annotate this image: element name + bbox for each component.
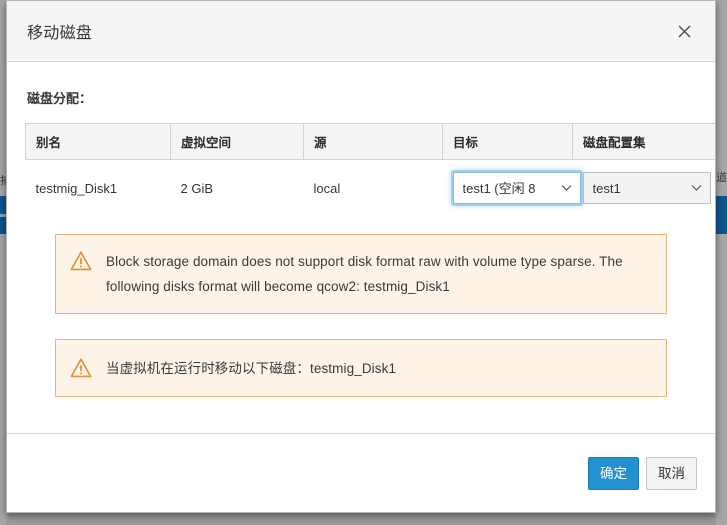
disk-allocation-table: 别名 虚拟空间 源 目标 磁盘配置集 testmig_Disk1 2 GiB l…: [25, 123, 715, 216]
target-select-wrap: test1 (空闲 8: [452, 172, 581, 204]
disk-profile-select[interactable]: test1: [582, 172, 711, 204]
dialog-footer: 确定 取消: [7, 433, 715, 512]
backdrop-right-nav-item: [716, 196, 727, 234]
alert-text: Block storage domain does not support di…: [106, 254, 623, 294]
cell-source: local: [303, 159, 443, 216]
close-x-glyph: [678, 25, 690, 37]
dialog-title: 移动磁盘: [27, 25, 93, 42]
warning-triangle-glyph: [70, 358, 92, 378]
alert-disk-format: Block storage domain does not support di…: [55, 234, 667, 314]
cell-disk-profile: test1: [572, 159, 715, 216]
alert-text: 当虚拟机在运行时移动以下磁盘：testmig_Disk1: [106, 360, 397, 376]
col-header-source: 源: [303, 123, 443, 160]
backdrop-right-strip: [716, 0, 727, 525]
col-header-virtual-size: 虚拟空间: [170, 123, 304, 160]
table-row: testmig_Disk1 2 GiB local test1 (空闲 8 te…: [25, 159, 715, 216]
cell-target: test1 (空闲 8: [442, 159, 581, 216]
ok-button[interactable]: 确定: [588, 456, 639, 490]
warning-triangle-icon: [70, 357, 92, 379]
backdrop-right-text: 道: [716, 172, 727, 184]
alert-running-vm: 当虚拟机在运行时移动以下磁盘：testmig_Disk1: [55, 339, 667, 397]
col-header-target: 目标: [442, 123, 573, 160]
profile-select-wrap: test1: [582, 172, 711, 204]
cell-virtual-size: 2 GiB: [170, 159, 304, 216]
cancel-button[interactable]: 取消: [646, 456, 697, 490]
close-icon[interactable]: [671, 18, 697, 44]
target-storage-domain-select[interactable]: test1 (空闲 8: [452, 172, 581, 204]
table-body: testmig_Disk1 2 GiB local test1 (空闲 8 te…: [25, 159, 715, 216]
warning-triangle-glyph: [70, 251, 92, 271]
table-header-row: 别名 虚拟空间 源 目标 磁盘配置集: [25, 123, 715, 160]
table-header: 别名 虚拟空间 源 目标 磁盘配置集: [25, 123, 715, 160]
disk-allocation-label: 磁盘分配：: [27, 91, 93, 106]
cell-alias: testmig_Disk1: [25, 159, 171, 216]
dialog-header: 移动磁盘: [7, 1, 715, 62]
move-disk-dialog: 移动磁盘 磁盘分配： 别名 虚拟空间 源 目标 磁盘配置集 testmig_Di…: [6, 0, 716, 513]
col-header-alias: 别名: [25, 123, 171, 160]
col-header-disk-profile: 磁盘配置集: [572, 123, 715, 160]
warning-triangle-icon: [70, 250, 92, 272]
dialog-body: 磁盘分配： 别名 虚拟空间 源 目标 磁盘配置集 testmig_Disk1 2…: [7, 62, 715, 433]
